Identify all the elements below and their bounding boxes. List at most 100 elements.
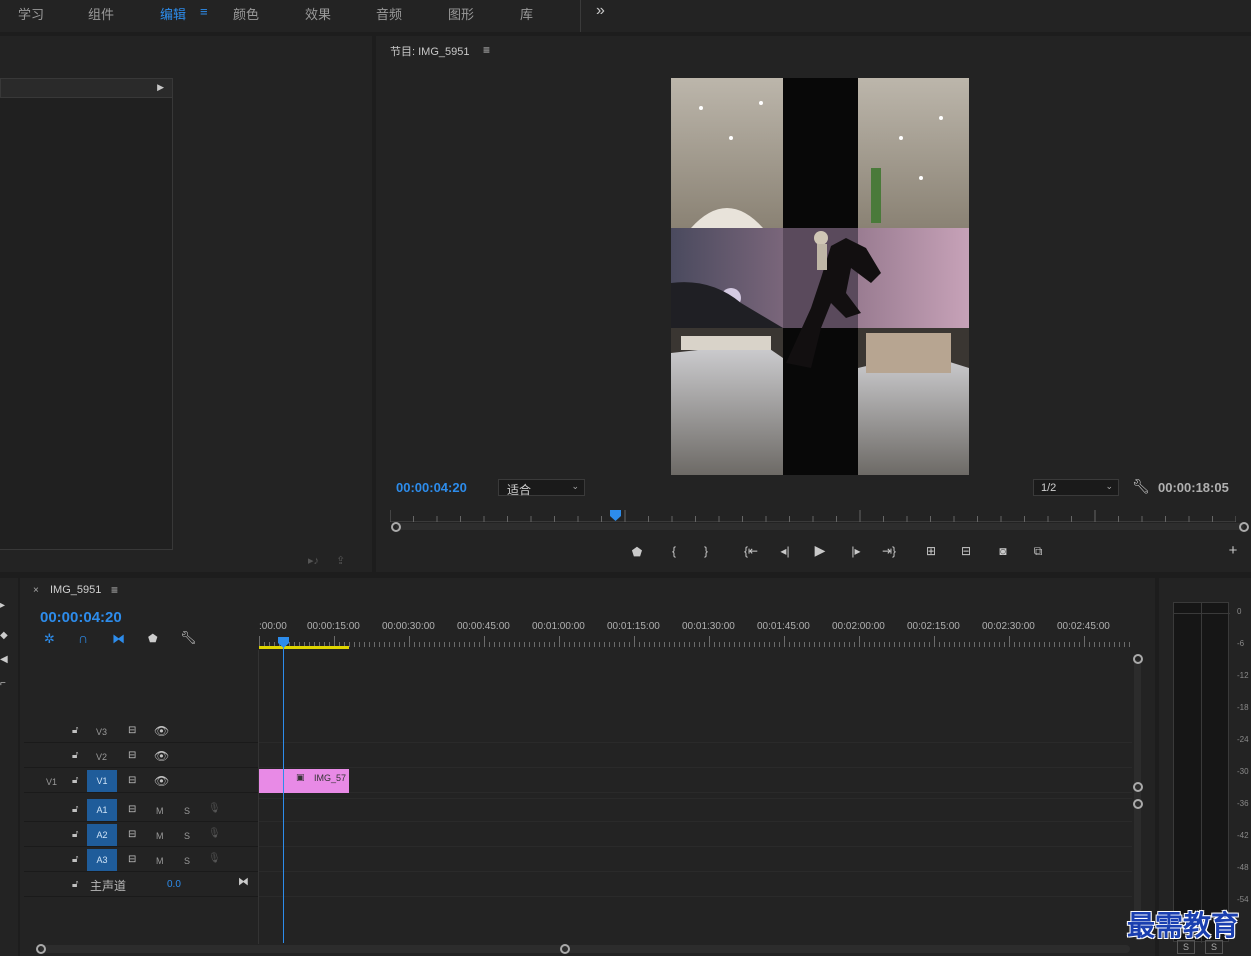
timeline-track-a3[interactable] xyxy=(259,848,1132,872)
track-target-a2[interactable]: A2 xyxy=(87,824,117,846)
source-patch-label[interactable]: V1 xyxy=(46,777,57,787)
workspace-effects[interactable]: 效果 xyxy=(305,4,331,23)
microphone-icon[interactable]: 🎙︎ xyxy=(208,828,221,839)
sync-lock-icon[interactable]: ⊟ xyxy=(128,775,136,786)
zoom-select[interactable]: 适合 ⌄ xyxy=(498,479,585,497)
track-target-a3[interactable]: A3 xyxy=(87,849,117,871)
hscroll-handle-left[interactable] xyxy=(36,944,46,954)
workspace-assembly[interactable]: 组件 xyxy=(88,4,114,23)
nest-toggle-icon[interactable]: ✲ xyxy=(44,631,55,647)
timeline-track-master[interactable] xyxy=(259,873,1132,897)
vscroll-handle[interactable] xyxy=(1133,799,1143,809)
timeline-track-v1[interactable] xyxy=(259,769,1132,793)
solo-button[interactable]: S xyxy=(184,831,190,841)
video-clip[interactable]: ▣ IMG_57 xyxy=(259,769,349,793)
mute-button[interactable]: M xyxy=(156,856,164,866)
workspace-menu-icon[interactable]: ≡ xyxy=(200,4,208,19)
play-icon[interactable]: ▶ xyxy=(812,542,828,558)
export-icon[interactable]: ⇪ xyxy=(336,554,345,567)
workspace-graphics[interactable]: 图形 xyxy=(448,4,474,23)
sequence-menu-icon[interactable]: ≡ xyxy=(111,583,118,597)
selection-tool-icon[interactable]: ▸ xyxy=(0,600,5,611)
razor-tool-icon[interactable]: ⌐ xyxy=(0,678,6,689)
timeline-settings-wrench-icon[interactable]: 🔧︎ xyxy=(180,630,197,646)
add-button-icon[interactable]: + xyxy=(1226,543,1240,559)
sync-lock-icon[interactable]: ⊟ xyxy=(128,725,136,736)
scroll-handle-right[interactable] xyxy=(1239,522,1249,532)
workspace-libraries[interactable]: 库 xyxy=(520,4,533,23)
microphone-icon[interactable]: 🎙︎ xyxy=(208,803,221,814)
more-workspaces-icon[interactable]: » xyxy=(596,2,605,20)
sync-lock-icon[interactable]: ⊟ xyxy=(128,750,136,761)
vscroll-handle[interactable] xyxy=(1133,782,1143,792)
workspace-learn[interactable]: 学习 xyxy=(18,4,44,23)
mute-button[interactable]: M xyxy=(156,831,164,841)
timeline-timecode[interactable]: 00:00:04:20 xyxy=(40,609,122,626)
timeline-track-a1[interactable] xyxy=(259,798,1132,822)
resolution-select[interactable]: 1/2 ⌄ xyxy=(1033,479,1119,496)
solo-button[interactable]: S xyxy=(184,856,190,866)
timeline-ruler-ticks[interactable] xyxy=(259,636,1132,648)
mark-out-icon[interactable]: } xyxy=(699,543,713,559)
linked-selection-icon[interactable]: ⧓ xyxy=(112,631,125,647)
timeline-track-v3[interactable] xyxy=(259,719,1132,743)
workspace-audio[interactable]: 音频 xyxy=(376,4,402,23)
ripple-tool-icon[interactable]: ◀ xyxy=(0,654,8,665)
lock-icon[interactable]: 🔓︎ xyxy=(72,879,78,890)
sync-lock-icon[interactable]: ⊟ xyxy=(128,829,136,840)
track-target-a1[interactable]: A1 xyxy=(87,799,117,821)
program-zoom-scrollbar[interactable] xyxy=(396,523,1244,530)
add-marker-icon[interactable]: ⬟ xyxy=(148,632,158,645)
extract-icon[interactable]: ⊟ xyxy=(956,543,976,559)
wrench-icon[interactable]: 🔧︎ xyxy=(1132,478,1150,495)
close-tab-icon[interactable]: × xyxy=(33,585,39,596)
compare-icon[interactable]: ⧉ xyxy=(1028,543,1048,559)
vscroll-handle[interactable] xyxy=(1133,654,1143,664)
program-time-ruler[interactable] xyxy=(389,508,1237,522)
workspace-editing[interactable]: 编辑 xyxy=(160,4,186,23)
timeline-track-v2[interactable] xyxy=(259,744,1132,768)
timeline-playhead[interactable] xyxy=(278,635,289,648)
program-menu-icon[interactable]: ≡ xyxy=(483,43,490,57)
work-area-bar[interactable] xyxy=(259,646,349,649)
timeline-track-a2[interactable] xyxy=(259,823,1132,847)
step-forward-icon[interactable]: |▸ xyxy=(847,543,865,559)
mark-in-icon[interactable]: { xyxy=(667,543,681,559)
go-to-end-icon[interactable]: ⧓ xyxy=(238,875,249,888)
eye-icon[interactable]: 👁︎ xyxy=(154,749,169,763)
program-playhead[interactable] xyxy=(610,508,621,521)
microphone-icon[interactable]: 🎙︎ xyxy=(208,853,221,864)
add-marker-icon[interactable]: ⬟ xyxy=(630,544,644,560)
hscroll-handle-right[interactable] xyxy=(560,944,570,954)
workspace-color[interactable]: 颜色 xyxy=(233,4,259,23)
lift-icon[interactable]: ⊞ xyxy=(921,543,941,559)
mute-button[interactable]: M xyxy=(156,806,164,816)
step-back-icon[interactable]: ◂| xyxy=(776,543,794,559)
track-select-tool-icon[interactable]: ◆ xyxy=(0,630,8,641)
go-to-in-icon[interactable]: {⇤ xyxy=(741,543,761,559)
track-target-v1[interactable]: V1 xyxy=(87,770,117,792)
sync-lock-icon[interactable]: ⊟ xyxy=(128,854,136,865)
lock-icon[interactable]: 🔓︎ xyxy=(72,854,78,865)
lock-icon[interactable]: 🔓︎ xyxy=(72,750,78,761)
insert-icon[interactable]: ▸♪ xyxy=(308,554,319,567)
lock-icon[interactable]: 🔓︎ xyxy=(72,725,78,736)
expand-arrow-icon[interactable]: ▶ xyxy=(157,82,164,93)
eye-icon[interactable]: 👁︎ xyxy=(154,724,169,738)
timeline-horizontal-scrollbar[interactable] xyxy=(40,945,1130,953)
track-label: V3 xyxy=(96,727,108,737)
go-to-out-icon[interactable]: ⇥} xyxy=(879,543,899,559)
program-title[interactable]: 节目: IMG_5951 xyxy=(390,43,469,59)
program-current-timecode[interactable]: 00:00:04:20 xyxy=(396,480,467,495)
lock-icon[interactable]: 🔓︎ xyxy=(72,829,78,840)
lock-icon[interactable]: 🔓︎ xyxy=(72,775,78,786)
snap-magnet-icon[interactable]: ∩ xyxy=(78,630,88,646)
scroll-handle-left[interactable] xyxy=(391,522,401,532)
sequence-tab[interactable]: IMG_5951 xyxy=(50,584,101,596)
master-volume-value[interactable]: 0.0 xyxy=(167,879,181,890)
sync-lock-icon[interactable]: ⊟ xyxy=(128,804,136,815)
lock-icon[interactable]: 🔓︎ xyxy=(72,804,78,815)
solo-button[interactable]: S xyxy=(184,806,190,816)
eye-icon[interactable]: 👁︎ xyxy=(154,774,169,788)
camera-icon[interactable]: ◙ xyxy=(994,543,1012,559)
